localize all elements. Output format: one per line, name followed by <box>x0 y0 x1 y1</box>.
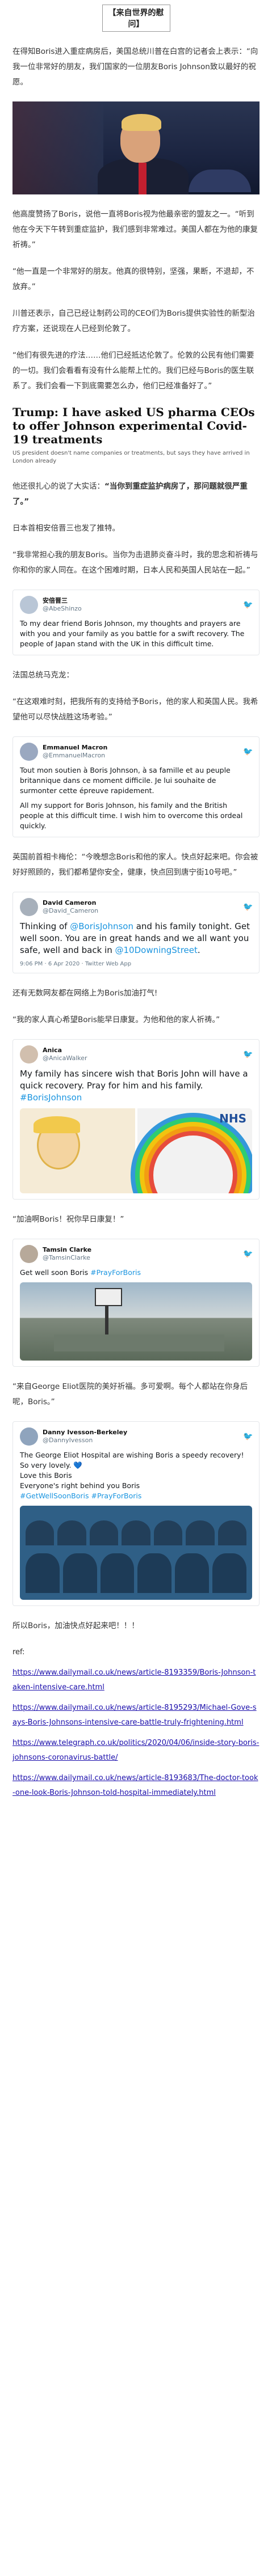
staff-row-front <box>20 1553 252 1593</box>
paragraph-trump-quote: “他一直是一个非常好的朋友。他真的很特别，坚强，果断，不退却，不放弃。” <box>12 267 254 291</box>
tweet-text-part: Get well soon Boris <box>20 1268 91 1277</box>
nhs-text: NHS <box>219 1112 246 1125</box>
drawing-rainbow: NHS <box>137 1108 252 1193</box>
paragraph-london: “他们有很先进的疗法……他们已经抵达伦敦了。伦敦的公民有他们需要的一切。我们会看… <box>12 351 254 391</box>
tweet-macron[interactable]: Emmanuel Macron @EmmanuelMacron 🐦 Tout mo… <box>12 736 260 837</box>
twitter-bird-icon: 🐦 <box>243 747 253 756</box>
drawing-portrait <box>20 1108 135 1193</box>
tweet-handle[interactable]: @TamsinClarke <box>43 1254 243 1262</box>
tweet-danny[interactable]: Danny Ivesson-Berkeley @DannyIvesson 🐦 Th… <box>12 1421 260 1606</box>
hashtag-link[interactable]: #GetWellSoonBoris <box>20 1492 89 1500</box>
avatar[interactable] <box>20 1245 38 1263</box>
article: 【来自世界的慰问】 在得知Boris进入重症病房后，美国总统川普在白宫的记者会上… <box>0 5 272 1800</box>
tweet-author[interactable]: Emmanuel Macron <box>43 744 243 752</box>
paragraph-pharma: 川普还表示，自己已经让制药公司的CEO们为Boris提供实验性的新型治疗方案，还… <box>12 309 255 333</box>
twitter-bird-icon: 🐦 <box>243 903 253 912</box>
tweet-line: Love this Boris <box>20 1471 72 1480</box>
basketball-court-image[interactable] <box>20 1282 252 1361</box>
reference-link[interactable]: https://www.dailymail.co.uk/news/article… <box>12 1668 256 1692</box>
tweet-line: Everyone's right behind you Boris <box>20 1481 140 1490</box>
tweet-text: The George Eliot Hospital are wishing Bo… <box>20 1450 252 1501</box>
paragraph-netizens: 还有无数网友都在网络上为Boris加油打气! <box>12 989 158 998</box>
reference-link[interactable]: https://www.dailymail.co.uk/news/article… <box>12 1704 257 1727</box>
tweet-handle[interactable]: @EmmanuelMacron <box>43 752 243 760</box>
tweet-abe[interactable]: 安倍晋三 @AbeShinzo 🐦 To my dear friend Boris… <box>12 590 260 655</box>
tweet-text-en: All my support for Boris Johnson, his fa… <box>20 801 243 830</box>
paragraph-trump-intro: 在得知Boris进入重症病房后，美国总统川普在白宫的记者会上表示：“向我一位非常… <box>12 47 258 87</box>
paragraph-cameron: 英国前首相卡梅伦：“今晚想念Boris和他的家人。快点好起来吧。你会被好好照顾的… <box>12 853 258 877</box>
trump-photo <box>12 101 260 194</box>
avatar[interactable] <box>20 596 38 614</box>
hospital-staff-photo[interactable] <box>20 1506 252 1600</box>
avatar[interactable] <box>20 1427 38 1446</box>
paragraph-abe-quote: “我非常担心我的朋友Boris。当你为击退肺炎奋斗时，我的思念和祈祷与你和你的家… <box>12 550 258 575</box>
tweet-text-part: Thinking of <box>20 921 70 931</box>
hashtag-link[interactable]: #PrayForBoris <box>90 1268 141 1277</box>
tweet-anica[interactable]: Anica @AnicaWalker 🐦 My family has sincer… <box>12 1039 260 1200</box>
tweet-author[interactable]: Tamsin Clarke <box>43 1246 243 1254</box>
tweet-author[interactable]: Anica <box>43 1046 243 1054</box>
reference-link[interactable]: https://www.telegraph.co.uk/politics/202… <box>12 1739 259 1762</box>
tweet-handle[interactable]: @AnicaWalker <box>43 1054 243 1062</box>
news-headline: Trump: I have asked US pharma CEOs to of… <box>12 405 255 446</box>
references: ref: https://www.dailymail.co.uk/news/ar… <box>0 1645 272 1800</box>
tweet-text: Thinking of @BorisJohnson and his family… <box>20 921 252 956</box>
tweet-tamsin[interactable]: Tamsin Clarke @TamsinClarke 🐦 Get well so… <box>12 1239 260 1367</box>
children-drawings-image[interactable]: NHS <box>20 1108 252 1193</box>
tweet-text: To my dear friend Boris Johnson, my thou… <box>20 619 245 648</box>
icu-intro: 他还很扎心的说了大实话： <box>12 482 104 491</box>
paragraph-closing: 所以Boris，加油快点好起来吧！！！ <box>12 1621 139 1630</box>
tweet-handle[interactable]: @David_Cameron <box>43 907 243 915</box>
tweet-author[interactable]: Danny Ivesson-Berkeley <box>43 1429 243 1437</box>
twitter-bird-icon: 🐦 <box>243 600 253 609</box>
twitter-bird-icon: 🐦 <box>243 1050 253 1059</box>
news-subheadline: US president doesn't name companies or t… <box>12 450 250 464</box>
twitter-bird-icon: 🐦 <box>243 1432 253 1441</box>
paragraph-cheer: “加油啊Boris！祝你早日康复！” <box>12 1215 124 1224</box>
avatar[interactable] <box>20 898 38 916</box>
paragraph-macron-intro: 法国总统马克龙： <box>12 671 74 680</box>
mention-link[interactable]: @10DowningStreet <box>115 945 198 955</box>
tweet-cameron[interactable]: David Cameron @David_Cameron 🐦 Thinking o… <box>12 892 260 973</box>
hashtag-link[interactable]: #PrayForBoris <box>91 1492 142 1500</box>
tweet-author[interactable]: 安倍晋三 <box>43 597 243 605</box>
paragraph-family-wish: “我的家人真心希望Boris能早日康复。为他和他的家人祈祷。” <box>12 1015 220 1024</box>
tweet-line: The George Eliot Hospital are wishing Bo… <box>20 1451 244 1469</box>
references-label: ref: <box>12 1648 25 1656</box>
paragraph-abe-intro: 日本首相安倍晋三也发了推特。 <box>12 524 120 533</box>
tweet-text-fr: Tout mon soutien à Boris Johnson, à sa f… <box>20 766 231 795</box>
tweet-text: My family has sincere wish that Boris Jo… <box>20 1068 252 1104</box>
paragraph-macron-quote: “在这艰难时刻，把我所有的支持给予Boris，他的家人和英国人民。我希望他可以尽… <box>12 697 258 722</box>
tweet-author[interactable]: David Cameron <box>43 899 243 907</box>
paragraph-icu: 他还很扎心的说了大实话：“当你到重症监护病房了，那问题就很严重了。” <box>0 479 272 510</box>
hashtag-link[interactable]: #BorisJohnson <box>20 1092 82 1103</box>
mention-link[interactable]: @BorisJohnson <box>70 921 133 931</box>
tweet-text: Get well soon Boris #PrayForBoris <box>20 1268 252 1278</box>
twitter-bird-icon: 🐦 <box>243 1249 253 1259</box>
paragraph-hospital: “来自George Eliot医院的美好祈福。多可爱啊。每个人都站在你身后呢，B… <box>12 1382 248 1406</box>
reference-link[interactable]: https://www.dailymail.co.uk/news/article… <box>12 1774 258 1797</box>
tweet-handle[interactable]: @AbeShinzo <box>43 605 243 613</box>
tweet-text-part: My family has sincere wish that Boris Jo… <box>20 1069 248 1091</box>
staff-row-back <box>20 1520 252 1545</box>
tweet-timestamp: 9:06 PM · 6 Apr 2020 · Twitter Web App <box>20 961 132 967</box>
avatar[interactable] <box>20 1045 38 1064</box>
article-header: 【来自世界的慰问】 <box>102 5 170 32</box>
paragraph-trump-praise: 他高度赞扬了Boris，说他一直将Boris视为他最亲密的盟友之一。“听到他在今… <box>12 210 258 249</box>
tweet-handle[interactable]: @DannyIvesson <box>43 1437 243 1444</box>
avatar[interactable] <box>20 743 38 761</box>
tweet-text-part: . <box>197 945 200 955</box>
news-headline-card: Trump: I have asked US pharma CEOs to of… <box>12 405 260 465</box>
